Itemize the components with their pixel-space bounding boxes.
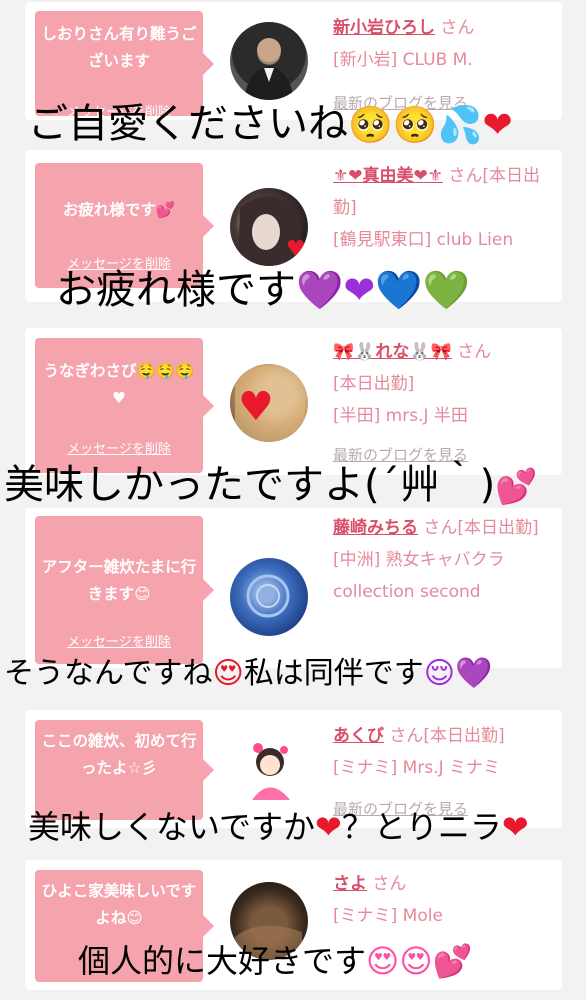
- svg-text:♥: ♥: [286, 237, 306, 262]
- svg-text:♥: ♥: [238, 384, 274, 430]
- sender-info: さよ さん [ミナミ] Mole: [333, 868, 553, 932]
- sender-info: 🎀🐰れな🐰🎀 さん [本日出勤] [半田] mrs.J 半田: [333, 336, 553, 432]
- avatar-image: ♥: [235, 366, 305, 442]
- avatar-image: [244, 38, 294, 100]
- caption-overlay: 美味しくないですか❤？とりニラ❤: [28, 806, 529, 848]
- status-label: [本日出勤]: [333, 374, 415, 394]
- delete-message-link[interactable]: メッセージを削除: [35, 438, 203, 457]
- sender-name-link[interactable]: ⚜❤真由美❤⚜: [333, 166, 443, 186]
- caption-text: 私は同伴です: [243, 656, 424, 691]
- caption-text: ご自愛くださいね: [28, 101, 348, 147]
- sender-name-link[interactable]: あくび: [333, 726, 384, 746]
- caption-text: 美味しかったですよ(´艸｀): [4, 462, 496, 508]
- message-text: お疲れ様です💕: [62, 201, 176, 219]
- sender-info: あくび さん[本日出勤] [ミナミ] Mrs.J ミナミ: [333, 720, 553, 784]
- caption-text: 個人的に大好きです: [78, 942, 367, 980]
- avatar[interactable]: [230, 22, 308, 100]
- heart-icon: ❤: [501, 808, 529, 846]
- caption-text: ？とりニラ: [341, 808, 502, 846]
- honorific: さん: [457, 342, 492, 362]
- honorific: さん: [372, 874, 407, 894]
- caption-text: そうなんですね: [4, 656, 213, 691]
- caption-text: お疲れ様です: [56, 267, 296, 313]
- sender-info: 藤崎みちる さん[本日出勤] [中洲] 熟女キャバクラ collection s…: [333, 512, 553, 608]
- sender-info: ⚜❤真由美❤⚜ さん[本日出勤] [鶴見駅東口] club Lien: [333, 160, 553, 256]
- message-text: ここの雑炊、初めて行ったよ☆彡: [41, 732, 197, 777]
- emoji-icon: 🥺🥺💦❤: [348, 105, 513, 146]
- sender-name-link[interactable]: 藤崎みちる: [333, 518, 418, 538]
- message-text: アフター雑炊たまに行きます😊: [41, 558, 197, 603]
- avatar[interactable]: [230, 730, 308, 808]
- shop-label: [鶴見駅東口] club Lien: [333, 230, 514, 250]
- message-card: アフター雑炊たまに行きます😊 メッセージを削除 藤崎みちる さん[本日出勤] […: [25, 508, 562, 668]
- honorific: さん: [440, 18, 475, 38]
- sender-name-link[interactable]: 新小岩ひろし: [333, 18, 435, 38]
- sender-name-link[interactable]: さよ: [333, 874, 367, 894]
- sender-info: 新小岩ひろし さん [新小岩] CLUB M.: [333, 12, 553, 76]
- honorific: さん: [389, 726, 424, 746]
- delete-message-link[interactable]: メッセージを削除: [35, 631, 203, 650]
- caption-overlay: そうなんですね😍私は同伴です😌💜: [4, 654, 492, 694]
- avatar-image: ♥: [238, 196, 306, 266]
- message-text: ひよこ家美味しいですよね😊: [41, 882, 197, 927]
- honorific: さん: [448, 166, 483, 186]
- heart-icon: ❤: [315, 808, 342, 846]
- caption-text: 美味しくないですか: [28, 808, 316, 846]
- heart-eyes-icon: 😍😍💕: [366, 942, 473, 980]
- avatar-image: [252, 743, 290, 800]
- status-label: [本日出勤]: [423, 726, 505, 746]
- caption-overlay: 美味しかったですよ(´艸｀)💕: [4, 460, 538, 512]
- message-bubble: うなぎわさび🤤🤤🤤♥ メッセージを削除: [35, 338, 214, 473]
- shop-label: [ミナミ] Mrs.J ミナミ: [333, 758, 501, 778]
- avatar-image: [246, 574, 290, 618]
- honorific: さん: [423, 518, 458, 538]
- message-text: うなぎわさび🤤🤤🤤♥: [43, 362, 195, 407]
- caption-overlay: お疲れ様です💜❤💙💚: [56, 266, 470, 314]
- avatar[interactable]: ♥: [230, 188, 308, 266]
- caption-overlay: ご自愛くださいね🥺🥺💦❤: [28, 100, 513, 150]
- message-card: うなぎわさび🤤🤤🤤♥ メッセージを削除 ♥ 🎀🐰れな🐰🎀 さん [本日出勤] […: [25, 328, 562, 475]
- relieved-face-icon: 😌💜: [423, 656, 493, 691]
- message-bubble: アフター雑炊たまに行きます😊 メッセージを削除: [35, 516, 214, 664]
- sparkling-heart-icon: 💕: [495, 467, 538, 507]
- shop-label: [新小岩] CLUB M.: [333, 50, 473, 70]
- shop-label: [ミナミ] Mole: [333, 906, 443, 926]
- heart-eyes-icon: 😍: [212, 656, 244, 691]
- avatar[interactable]: ♥: [230, 364, 308, 442]
- message-text: しおりさん有り難うございます: [41, 25, 197, 70]
- sender-name-link[interactable]: 🎀🐰れな🐰🎀: [333, 342, 452, 362]
- status-label: [本日出勤]: [457, 518, 539, 538]
- shop-label: [中洲] 熟女キャバクラ collection second: [333, 550, 505, 602]
- caption-overlay: 個人的に大好きです😍😍💕: [78, 940, 473, 982]
- shop-label: [半田] mrs.J 半田: [333, 406, 468, 426]
- heart-icon: 💜❤💙💚: [296, 268, 470, 312]
- message-bubble: ここの雑炊、初めて行ったよ☆彡: [35, 720, 214, 820]
- avatar[interactable]: [230, 558, 308, 636]
